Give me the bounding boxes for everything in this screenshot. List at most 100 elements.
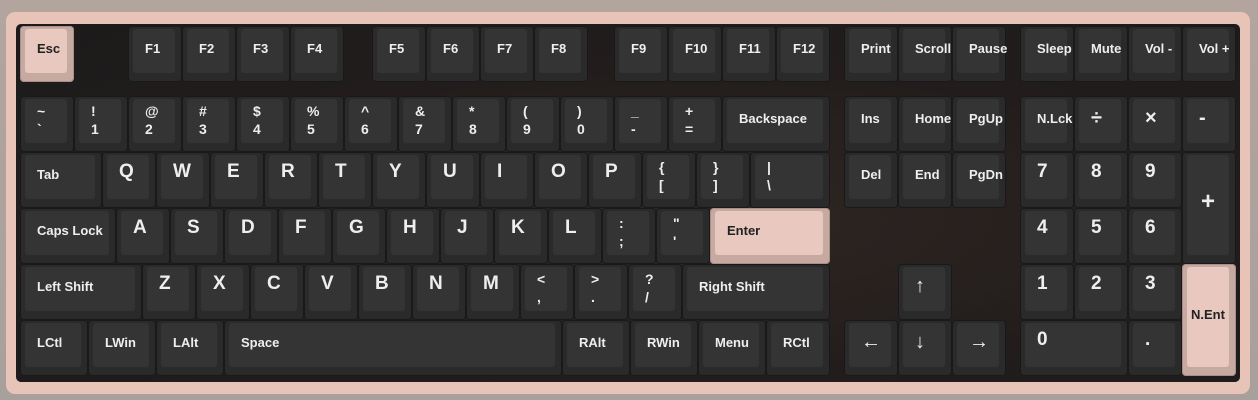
key-w[interactable]: W	[156, 152, 210, 208]
key-m[interactable]: M	[466, 264, 520, 320]
key-g[interactable]: G	[332, 208, 386, 264]
key-mute[interactable]: Mute	[1074, 26, 1128, 82]
key-f7[interactable]: F7	[480, 26, 534, 82]
key-f10[interactable]: F10	[668, 26, 722, 82]
key-i[interactable]: I	[480, 152, 534, 208]
key-caps[interactable]: Caps Lock	[20, 208, 116, 264]
key-rbracket[interactable]: }]	[696, 152, 750, 208]
key-scroll[interactable]: Scroll	[898, 26, 952, 82]
key-n2[interactable]: @2	[128, 96, 182, 152]
key-np9[interactable]: 9	[1128, 152, 1182, 208]
key-np-mul[interactable]: ×	[1128, 96, 1182, 152]
key-f2[interactable]: F2	[182, 26, 236, 82]
key-d[interactable]: D	[224, 208, 278, 264]
key-f11[interactable]: F11	[722, 26, 776, 82]
key-lshift[interactable]: Left Shift	[20, 264, 142, 320]
key-z[interactable]: Z	[142, 264, 196, 320]
key-period[interactable]: >.	[574, 264, 628, 320]
key-np3[interactable]: 3	[1128, 264, 1182, 320]
key-r[interactable]: R	[264, 152, 318, 208]
key-np2[interactable]: 2	[1074, 264, 1128, 320]
key-lbracket[interactable]: {[	[642, 152, 696, 208]
key-tilde[interactable]: ~ `	[20, 96, 74, 152]
key-x[interactable]: X	[196, 264, 250, 320]
key-l[interactable]: L	[548, 208, 602, 264]
key-np-enter[interactable]: N.Ent	[1182, 264, 1236, 376]
key-esc[interactable]: Esc	[20, 26, 74, 82]
key-f9[interactable]: F9	[614, 26, 668, 82]
key-numlock[interactable]: N.Lck	[1020, 96, 1074, 152]
key-vol-up[interactable]: Vol +	[1182, 26, 1236, 82]
key-np0[interactable]: 0	[1020, 320, 1128, 376]
key-n6[interactable]: ^ 6	[344, 96, 398, 152]
key-sleep[interactable]: Sleep	[1020, 26, 1074, 82]
key-down[interactable]: ↓	[898, 320, 952, 376]
key-n8[interactable]: * 8	[452, 96, 506, 152]
key-backslash[interactable]: | \	[750, 152, 830, 208]
key-up[interactable]: ↑	[898, 264, 952, 320]
key-f6[interactable]: F6	[426, 26, 480, 82]
key-f1[interactable]: F1	[128, 26, 182, 82]
key-a[interactable]: A	[116, 208, 170, 264]
key-quote[interactable]: " '	[656, 208, 710, 264]
key-space[interactable]: Space	[224, 320, 562, 376]
key-np7[interactable]: 7	[1020, 152, 1074, 208]
key-h[interactable]: H	[386, 208, 440, 264]
key-slash[interactable]: ? /	[628, 264, 682, 320]
key-n7[interactable]: & 7	[398, 96, 452, 152]
key-np8[interactable]: 8	[1074, 152, 1128, 208]
key-rctl[interactable]: RCtl	[766, 320, 830, 376]
key-lalt[interactable]: LAlt	[156, 320, 224, 376]
key-n4[interactable]: $4	[236, 96, 290, 152]
key-q[interactable]: Q	[102, 152, 156, 208]
key-lctl[interactable]: LCtl	[20, 320, 88, 376]
key-left[interactable]: ←	[844, 320, 898, 376]
key-np-div[interactable]: ÷	[1074, 96, 1128, 152]
key-n1[interactable]: ! 1	[74, 96, 128, 152]
key-n3[interactable]: #3	[182, 96, 236, 152]
key-pgdn[interactable]: PgDn	[952, 152, 1006, 208]
key-f12[interactable]: F12	[776, 26, 830, 82]
key-comma[interactable]: <,	[520, 264, 574, 320]
key-f8[interactable]: F8	[534, 26, 588, 82]
key-n0[interactable]: ) 0	[560, 96, 614, 152]
key-end[interactable]: End	[898, 152, 952, 208]
key-np5[interactable]: 5	[1074, 208, 1128, 264]
key-del[interactable]: Del	[844, 152, 898, 208]
key-tab[interactable]: Tab	[20, 152, 102, 208]
key-np-minus[interactable]: -	[1182, 96, 1236, 152]
key-pause[interactable]: Pause	[952, 26, 1007, 82]
key-rshift[interactable]: Right Shift	[682, 264, 830, 320]
key-f5[interactable]: F5	[372, 26, 426, 82]
key-lwin[interactable]: LWin	[88, 320, 156, 376]
key-np6[interactable]: 6	[1128, 208, 1182, 264]
key-rwin[interactable]: RWin	[630, 320, 698, 376]
key-enter[interactable]: Enter	[710, 208, 830, 264]
key-np-dot[interactable]: .	[1128, 320, 1182, 376]
key-n[interactable]: N	[412, 264, 466, 320]
key-equal[interactable]: + =	[668, 96, 722, 152]
key-j[interactable]: J	[440, 208, 494, 264]
key-ralt[interactable]: RAlt	[562, 320, 630, 376]
key-u[interactable]: U	[426, 152, 480, 208]
key-n9[interactable]: (9	[506, 96, 560, 152]
key-home[interactable]: Home	[898, 96, 952, 152]
key-np1[interactable]: 1	[1020, 264, 1074, 320]
key-minus[interactable]: _ -	[614, 96, 668, 152]
key-vol-down[interactable]: Vol -	[1128, 26, 1182, 82]
key-t[interactable]: T	[318, 152, 372, 208]
key-backspace[interactable]: Backspace	[722, 96, 830, 152]
key-np4[interactable]: 4	[1020, 208, 1074, 264]
key-pgup[interactable]: PgUp	[952, 96, 1006, 152]
key-k[interactable]: K	[494, 208, 548, 264]
key-e[interactable]: E	[210, 152, 264, 208]
key-f[interactable]: F	[278, 208, 332, 264]
key-np-plus[interactable]: +	[1182, 152, 1236, 264]
key-c[interactable]: C	[250, 264, 304, 320]
key-semicolon[interactable]: :;	[602, 208, 656, 264]
key-s[interactable]: S	[170, 208, 224, 264]
key-f3[interactable]: F3	[236, 26, 290, 82]
key-b[interactable]: B	[358, 264, 412, 320]
key-ins[interactable]: Ins	[844, 96, 898, 152]
key-menu[interactable]: Menu	[698, 320, 766, 376]
